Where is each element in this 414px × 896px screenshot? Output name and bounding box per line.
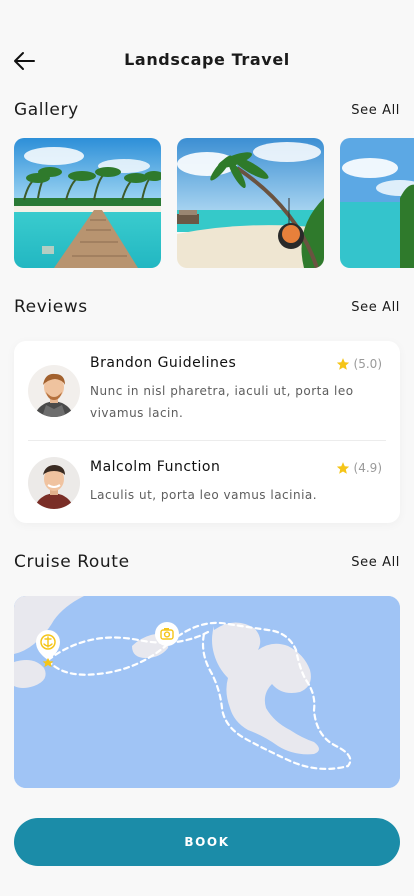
cruise-see-all-link[interactable]: See All <box>351 555 400 570</box>
rating-value: (5.0) <box>353 357 382 371</box>
cruise-header: Cruise Route See All <box>14 552 400 576</box>
review-item[interactable]: Malcolm Function (4.9) Laculis ut, porta… <box>14 441 400 523</box>
reviews-card: Brandon Guidelines (5.0) Nunc in nisl ph… <box>14 341 400 523</box>
review-item[interactable]: Brandon Guidelines (5.0) Nunc in nisl ph… <box>14 341 400 440</box>
star-icon <box>336 357 350 371</box>
gallery-header: Gallery See All <box>14 100 400 124</box>
header: Landscape Travel <box>0 44 414 78</box>
rating-value: (4.9) <box>353 461 382 475</box>
star-icon <box>336 461 350 475</box>
gallery-title: Gallery <box>14 100 79 120</box>
review-text: Nunc in nisl pharetra, iaculi ut, porta … <box>90 384 354 420</box>
gallery-image-pier[interactable] <box>14 138 161 268</box>
reviewer-name: Brandon Guidelines <box>90 355 237 371</box>
avatar <box>28 365 80 417</box>
cruise-route-map[interactable] <box>14 596 400 788</box>
reviews-see-all-link[interactable]: See All <box>351 300 400 315</box>
review-text: Laculis ut, porta leo vamus lacinia. <box>90 488 318 502</box>
review-rating: (4.9) <box>336 461 382 475</box>
gallery-image-palm-swing[interactable] <box>177 138 324 268</box>
reviews-header: Reviews See All <box>14 297 400 321</box>
cruise-title: Cruise Route <box>14 552 130 572</box>
reviewer-name: Malcolm Function <box>90 459 221 475</box>
gallery-see-all-link[interactable]: See All <box>351 103 400 118</box>
avatar <box>28 457 80 509</box>
gallery-image-lagoon[interactable] <box>340 138 414 268</box>
book-button[interactable]: BOOK <box>14 818 400 866</box>
page-title: Landscape Travel <box>124 50 290 69</box>
map-camera-pin-icon[interactable] <box>155 622 179 646</box>
gallery-carousel[interactable] <box>14 138 414 268</box>
review-rating: (5.0) <box>336 357 382 371</box>
reviews-title: Reviews <box>14 297 88 317</box>
